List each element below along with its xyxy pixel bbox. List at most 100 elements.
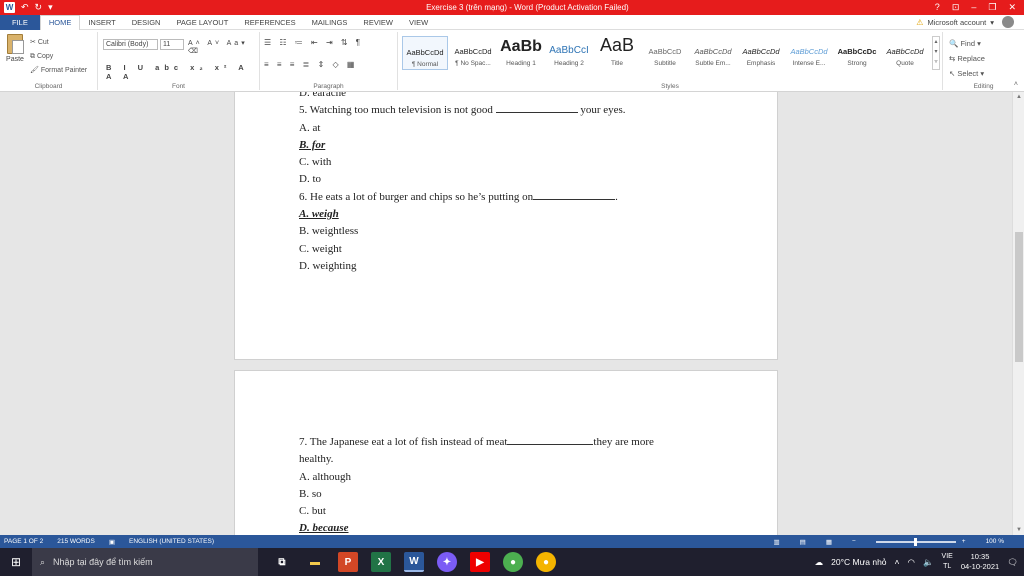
web-layout-icon[interactable]: ▦ [826, 538, 832, 546]
print-layout-icon[interactable]: ▤ [800, 538, 806, 546]
document-line[interactable]: C. but [299, 503, 654, 520]
document-line[interactable]: C. weight [299, 241, 626, 258]
tab-insert[interactable]: INSERT [80, 15, 123, 30]
tray-expand-icon[interactable]: ˄ [895, 557, 900, 567]
font-name-select[interactable]: Calibri (Body) [103, 39, 158, 50]
vertical-scrollbar[interactable]: ▲ ▼ [1012, 92, 1024, 535]
tab-mailings[interactable]: MAILINGS [304, 15, 356, 30]
cut-button[interactable]: ✂ Cut [30, 36, 87, 50]
tab-home[interactable]: HOME [39, 14, 81, 30]
page-count[interactable]: PAGE 1 OF 2 [4, 538, 43, 545]
tab-references[interactable]: REFERENCES [236, 15, 303, 30]
chrome-icon[interactable]: ● [503, 552, 523, 572]
page-2[interactable]: 7. The Japanese eat a lot of fish instea… [234, 370, 778, 535]
style-subtitle[interactable]: AaBbCcD Subtitle [642, 36, 688, 70]
document-line[interactable]: D. because [299, 520, 654, 535]
word-taskbar-icon[interactable]: W [404, 552, 424, 572]
document-line[interactable]: B. for [299, 137, 626, 154]
document-line[interactable]: 6. He eats a lot of burger and chips so … [299, 189, 626, 206]
style-subtle-emphasis[interactable]: AaBbCcDd Subtle Em... [690, 36, 736, 70]
font-format-tools[interactable]: B I U abc x₂ x² A A A [106, 63, 259, 81]
style-heading-2[interactable]: AaBbCcI Heading 2 [546, 36, 592, 70]
document-line[interactable]: B. so [299, 486, 654, 503]
select-button[interactable]: ↖ Select ▾ [949, 66, 985, 81]
style-no-spacing[interactable]: AaBbCcDd ¶ No Spac... [450, 36, 496, 70]
taskbar-search[interactable]: ⌕ Nhập tại đây để tìm kiếm [32, 548, 258, 576]
zoom-level[interactable]: 100 % [986, 538, 1004, 545]
tab-file[interactable]: FILE [0, 14, 40, 30]
input-language[interactable]: VIE TL [942, 552, 953, 572]
word-logo-icon[interactable]: W [4, 2, 15, 13]
style-heading-1[interactable]: AaBb Heading 1 [498, 36, 544, 70]
close-button[interactable]: ✕ [1008, 2, 1016, 13]
style-emphasis[interactable]: AaBbCcDd Emphasis [738, 36, 784, 70]
paste-button[interactable]: Paste [4, 34, 26, 63]
document-line[interactable]: 7. The Japanese eat a lot of fish instea… [299, 434, 654, 451]
zoom-in-icon[interactable]: + [962, 538, 966, 545]
youtube-icon[interactable]: ▶ [470, 552, 490, 572]
help-button[interactable]: ? [935, 2, 940, 13]
minimize-button[interactable]: – [971, 2, 976, 13]
document-line[interactable]: D. earache [299, 92, 626, 102]
style-quote[interactable]: AaBbCcDd Quote [882, 36, 928, 70]
ribbon-display-icon[interactable]: ⊡ [952, 2, 960, 13]
language-status[interactable]: ENGLISH (UNITED STATES) [129, 538, 214, 545]
copy-button[interactable]: ⧉ Copy [30, 50, 87, 64]
document-line[interactable]: C. with [299, 154, 626, 171]
style-strong[interactable]: AaBbCcDc Strong [834, 36, 880, 70]
replace-button[interactable]: ⇆ Replace [949, 51, 985, 66]
page-1-text[interactable]: D. earache 5. Watching too much televisio… [299, 92, 626, 275]
document-line[interactable]: A. at [299, 120, 626, 137]
align-tools[interactable]: ≡ ≡ ≡ ≣ ⇕ ◇ ▦ [264, 60, 357, 69]
undo-icon[interactable]: ↶ [21, 2, 29, 13]
find-button[interactable]: 🔍 Find ▾ [949, 36, 985, 51]
weather-text[interactable]: 20°C Mưa nhỏ [831, 557, 886, 567]
page-1[interactable]: D. earache 5. Watching too much televisio… [234, 92, 778, 360]
scroll-thumb[interactable] [1015, 232, 1023, 362]
clock[interactable]: 10:35 04-10-2021 [961, 552, 999, 572]
tab-page-layout[interactable]: PAGE LAYOUT [168, 15, 236, 30]
messenger-icon[interactable]: ✦ [437, 552, 457, 572]
document-line[interactable]: D. weighting [299, 258, 626, 275]
collapse-ribbon-icon[interactable]: ˄ [1014, 81, 1018, 88]
scroll-up-icon[interactable]: ▲ [1013, 92, 1024, 102]
zoom-knob[interactable] [913, 537, 917, 546]
page-2-text[interactable]: 7. The Japanese eat a lot of fish instea… [299, 434, 654, 535]
scroll-down-icon[interactable]: ▼ [1013, 525, 1024, 535]
zoom-slider[interactable] [875, 537, 956, 546]
excel-icon[interactable]: X [371, 552, 391, 572]
style-normal[interactable]: AaBbCcDd ¶ Normal [402, 36, 448, 70]
redo-icon[interactable]: ↻ [35, 2, 43, 13]
customize-qa-icon[interactable]: ▾ [48, 2, 53, 13]
font-size-select[interactable]: 11 [160, 39, 184, 50]
account-menu[interactable]: ⚠ Microsoft account ▾ [916, 16, 1024, 28]
windows-start-icon[interactable]: ⊞ [0, 548, 32, 576]
document-line[interactable]: A. weigh [299, 206, 626, 223]
tab-design[interactable]: DESIGN [124, 15, 169, 30]
volume-icon[interactable]: 🔈 [923, 557, 934, 568]
avatar[interactable] [1002, 16, 1014, 28]
document-line[interactable]: B. weightless [299, 223, 626, 240]
styles-gallery-scroll[interactable]: ▴ ▾ ▿ [932, 36, 940, 70]
read-mode-icon[interactable]: ▥ [774, 538, 780, 546]
network-icon[interactable]: ◠ [908, 557, 915, 568]
style-intense-emphasis[interactable]: AaBbCcDd Intense E... [786, 36, 832, 70]
notifications-icon[interactable]: 🗨 [1007, 557, 1018, 568]
word-count[interactable]: 215 WORDS [57, 538, 95, 545]
document-line[interactable]: A. although [299, 469, 654, 486]
font-size-tools[interactable]: A˄ A˅ Aa▾ ⌫ [188, 39, 259, 55]
document-line[interactable]: D. to [299, 171, 626, 188]
chrome-profile-icon[interactable]: ● [536, 552, 556, 572]
powerpoint-icon[interactable]: P [338, 552, 358, 572]
proofing-icon[interactable]: ▣ [109, 538, 115, 546]
style-title[interactable]: AaB Title [594, 36, 640, 70]
document-line[interactable]: healthy. [299, 451, 654, 468]
task-view-icon[interactable]: ⧉ [272, 552, 292, 572]
restore-button[interactable]: ❐ [988, 2, 996, 13]
zoom-out-icon[interactable]: − [852, 538, 856, 545]
tab-review[interactable]: REVIEW [355, 15, 401, 30]
tab-view[interactable]: VIEW [401, 15, 436, 30]
list-tools[interactable]: ☰ ☷ ≔ ⇤ ⇥ ⇅ ¶ [264, 38, 363, 47]
format-painter-button[interactable]: 🖌 Format Painter [30, 64, 87, 78]
file-explorer-icon[interactable]: ▬ [305, 552, 325, 572]
